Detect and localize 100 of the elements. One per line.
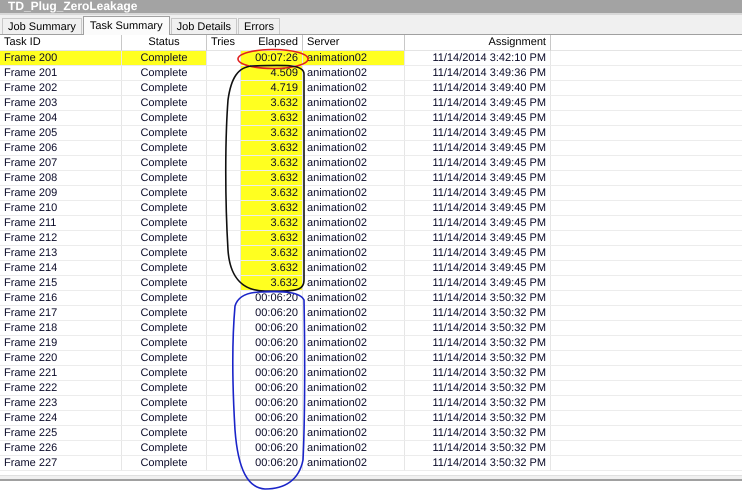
table-cell: Frame 208: [0, 171, 122, 186]
table-cell: animation02: [303, 306, 405, 321]
table-cell: Complete: [122, 156, 207, 171]
table-cell: Complete: [122, 336, 207, 351]
table-cell: animation02: [303, 216, 405, 231]
table-cell: 11/14/2014 3:50:32 PM: [405, 306, 551, 321]
table-cell: Frame 207: [0, 156, 122, 171]
table-cell: Frame 203: [0, 96, 122, 111]
table-cell: animation02: [303, 366, 405, 381]
table-cell: Frame 200: [0, 51, 122, 66]
table-cell: Complete: [122, 231, 207, 246]
table-cell: 00:06:20: [240, 321, 303, 336]
table-cell: Complete: [122, 396, 207, 411]
tab[interactable]: Errors: [238, 18, 280, 34]
table-cell: 00:06:20: [240, 381, 303, 396]
tab[interactable]: Task Summary: [82, 16, 170, 35]
table-cell: animation02: [303, 81, 405, 96]
table-cell: animation02: [303, 246, 405, 261]
table-cell: 11/14/2014 3:42:10 PM: [405, 51, 551, 66]
table-cell: 11/14/2014 3:49:45 PM: [405, 231, 551, 246]
table-cell: 11/14/2014 3:50:32 PM: [405, 426, 551, 441]
table-cell: 11/14/2014 3:50:32 PM: [405, 396, 551, 411]
table-cell: animation02: [303, 456, 405, 471]
table-cell: Frame 210: [0, 201, 122, 216]
table-cell: Frame 222: [0, 381, 122, 396]
table-cell: 11/14/2014 3:49:45 PM: [405, 246, 551, 261]
table-cell: Frame 221: [0, 366, 122, 381]
table-cell: animation02: [303, 411, 405, 426]
table-cell: animation02: [303, 171, 405, 186]
table-cell: 3.632: [240, 231, 303, 246]
column-header[interactable]: Status: [122, 35, 207, 51]
table-cell: 11/14/2014 3:49:45 PM: [405, 156, 551, 171]
table-cell: animation02: [303, 291, 405, 306]
table-cell: 3.632: [240, 126, 303, 141]
table-cell: Complete: [122, 126, 207, 141]
table-cell: 11/14/2014 3:49:45 PM: [405, 276, 551, 291]
table-cell: Frame 211: [0, 216, 122, 231]
table-cell: 00:06:20: [240, 306, 303, 321]
table-cell: animation02: [303, 201, 405, 216]
table-cell: 3.632: [240, 246, 303, 261]
table-cell: 11/14/2014 3:50:32 PM: [405, 411, 551, 426]
table-cell: animation02: [303, 351, 405, 366]
table-cell: Frame 216: [0, 291, 122, 306]
table-cell: 3.632: [240, 186, 303, 201]
table-cell: animation02: [303, 96, 405, 111]
table-cell: Frame 223: [0, 396, 122, 411]
table-cell: 11/14/2014 3:49:45 PM: [405, 126, 551, 141]
table-cell: 11/14/2014 3:49:45 PM: [405, 141, 551, 156]
column-header[interactable]: Tries: [207, 35, 240, 51]
table-cell: animation02: [303, 141, 405, 156]
table-cell: 11/14/2014 3:49:45 PM: [405, 201, 551, 216]
table-cell: 11/14/2014 3:50:32 PM: [405, 291, 551, 306]
ink-ellipse: [237, 48, 309, 70]
tab[interactable]: Job Summary: [2, 18, 82, 34]
table-cell: 11/14/2014 3:49:45 PM: [405, 216, 551, 231]
table-cell: Frame 201: [0, 66, 122, 81]
table-cell: Frame 206: [0, 141, 122, 156]
table-cell: animation02: [303, 321, 405, 336]
table-cell: 4.719: [240, 81, 303, 96]
table-cell: Frame 204: [0, 111, 122, 126]
table-cell: Complete: [122, 66, 207, 81]
table-cell: Complete: [122, 411, 207, 426]
table-cell: animation02: [303, 186, 405, 201]
table-cell: Frame 227: [0, 456, 122, 471]
column-header[interactable]: Task ID: [0, 35, 122, 51]
table-cell: 11/14/2014 3:49:45 PM: [405, 186, 551, 201]
column-header[interactable]: Server: [303, 35, 405, 51]
table-cell: Frame 220: [0, 351, 122, 366]
table-cell: Frame 226: [0, 441, 122, 456]
table-cell: animation02: [303, 441, 405, 456]
table-cell: Complete: [122, 141, 207, 156]
table-cell: Frame 215: [0, 276, 122, 291]
table-cell: 00:06:20: [240, 441, 303, 456]
table-cell: Complete: [122, 81, 207, 96]
table-cell: Complete: [122, 201, 207, 216]
table-cell: Complete: [122, 321, 207, 336]
table-cell: animation02: [303, 51, 405, 66]
table-cell: 3.632: [240, 276, 303, 291]
column-header[interactable]: Elapsed: [240, 35, 303, 51]
table-cell: 00:06:20: [240, 351, 303, 366]
table-cell: 00:06:20: [240, 426, 303, 441]
table-cell: Complete: [122, 291, 207, 306]
column-header[interactable]: Assignment: [405, 35, 551, 51]
table-cell: Complete: [122, 366, 207, 381]
table-cell: Frame 214: [0, 261, 122, 276]
table-cell: Frame 213: [0, 246, 122, 261]
table-cell: 3.632: [240, 171, 303, 186]
table-cell: 11/14/2014 3:50:32 PM: [405, 336, 551, 351]
table-cell: 11/14/2014 3:50:32 PM: [405, 441, 551, 456]
table-cell: 3.632: [240, 201, 303, 216]
table-cell: 11/14/2014 3:49:40 PM: [405, 81, 551, 96]
table-cell: animation02: [303, 336, 405, 351]
table-cell: 11/14/2014 3:49:45 PM: [405, 96, 551, 111]
tab[interactable]: Job Details: [170, 18, 238, 34]
table-cell: Complete: [122, 306, 207, 321]
table-cell: Complete: [122, 426, 207, 441]
table-cell: animation02: [303, 381, 405, 396]
table-cell: 11/14/2014 3:50:32 PM: [405, 366, 551, 381]
table-cell: 00:06:20: [240, 336, 303, 351]
table-cell: 11/14/2014 3:49:45 PM: [405, 171, 551, 186]
